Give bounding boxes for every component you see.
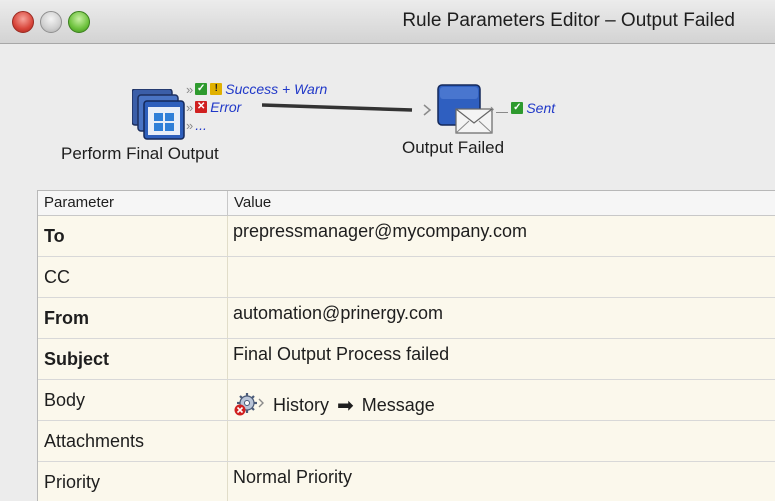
port-label: Success + Warn (225, 81, 328, 97)
table-row-body[interactable]: Body History ➡ Message (38, 380, 775, 421)
value-text: automation@prinergy.com (233, 303, 444, 323)
parameter-name: From (38, 298, 228, 338)
parameter-name: Body (38, 380, 228, 420)
column-header-value[interactable]: Value (228, 191, 775, 215)
value-text: Normal Priority (233, 467, 353, 487)
title-bar: Rule Parameters Editor – Output Failed (0, 0, 775, 44)
error-icon: ✕ (195, 101, 208, 113)
port-more[interactable]: » ... (186, 117, 207, 133)
body-field-text: Message (361, 394, 435, 415)
warning-icon: ! (210, 83, 223, 95)
value-text: prepressmanager@mycompany.com (233, 221, 528, 241)
parameter-value[interactable]: History ➡ Message (228, 380, 775, 420)
parameter-value[interactable]: automation@prinergy.com (228, 298, 775, 338)
parameter-value[interactable]: Final Output Process failed (228, 339, 775, 379)
parameter-value[interactable] (228, 421, 775, 461)
connector-line (262, 103, 432, 116)
port-line (496, 111, 509, 113)
port-label: Sent (526, 100, 556, 116)
zoom-window-button[interactable] (68, 11, 90, 33)
rule-flow-diagram: » ✓ ! Success + Warn » ✕ Error » ... › ✓… (0, 45, 775, 185)
parameter-value[interactable]: prepressmanager@mycompany.com (228, 216, 775, 256)
check-icon: ✓ (195, 83, 208, 95)
window-title: Rule Parameters Editor – Output Failed (402, 10, 735, 31)
body-source-text: History (273, 394, 330, 415)
window-stack-icon[interactable] (132, 89, 186, 141)
parameter-name: Priority (38, 462, 228, 501)
table-row-attachments[interactable]: Attachments (38, 421, 775, 462)
check-icon: ✓ (511, 102, 524, 114)
parameter-value[interactable]: Normal Priority (228, 462, 775, 501)
parameter-name: CC (38, 257, 228, 297)
close-window-button[interactable] (12, 11, 34, 33)
table-row-from[interactable]: From automation@prinergy.com (38, 298, 775, 339)
arrow-right-icon: ➡ (337, 394, 354, 417)
port-label: Error (210, 99, 242, 115)
parameter-name: To (38, 216, 228, 256)
value-text: Final Output Process failed (233, 344, 450, 364)
table-row-priority[interactable]: Priority Normal Priority (38, 462, 775, 501)
parameter-name: Attachments (38, 421, 228, 461)
parameters-table: Parameter Value To prepressmanager@mycom… (37, 190, 775, 501)
minimize-window-button[interactable] (40, 11, 62, 33)
parameter-value[interactable] (228, 257, 775, 297)
port-label: ... (195, 117, 207, 133)
chevron-icon: › (490, 100, 494, 116)
target-node-label: Output Failed (402, 138, 505, 157)
table-header: Parameter Value (38, 191, 775, 216)
port-error[interactable]: » ✕ Error (186, 99, 241, 115)
source-node-label: Perform Final Output (61, 144, 219, 163)
table-row-to[interactable]: To prepressmanager@mycompany.com (38, 216, 775, 257)
chevron-icon: » (186, 117, 193, 133)
table-row-cc[interactable]: CC (38, 257, 775, 298)
table-row-subject[interactable]: Subject Final Output Process failed (38, 339, 775, 380)
chevron-icon: » (186, 99, 193, 115)
parameter-name: Subject (38, 339, 228, 379)
column-header-parameter[interactable]: Parameter (38, 191, 228, 215)
envelope-icon[interactable] (436, 83, 494, 135)
port-sent[interactable]: › ✓ Sent (490, 100, 555, 116)
port-success-warn[interactable]: » ✓ ! Success + Warn (186, 81, 327, 97)
gear-error-icon[interactable] (233, 393, 265, 417)
chevron-icon: » (186, 81, 193, 97)
